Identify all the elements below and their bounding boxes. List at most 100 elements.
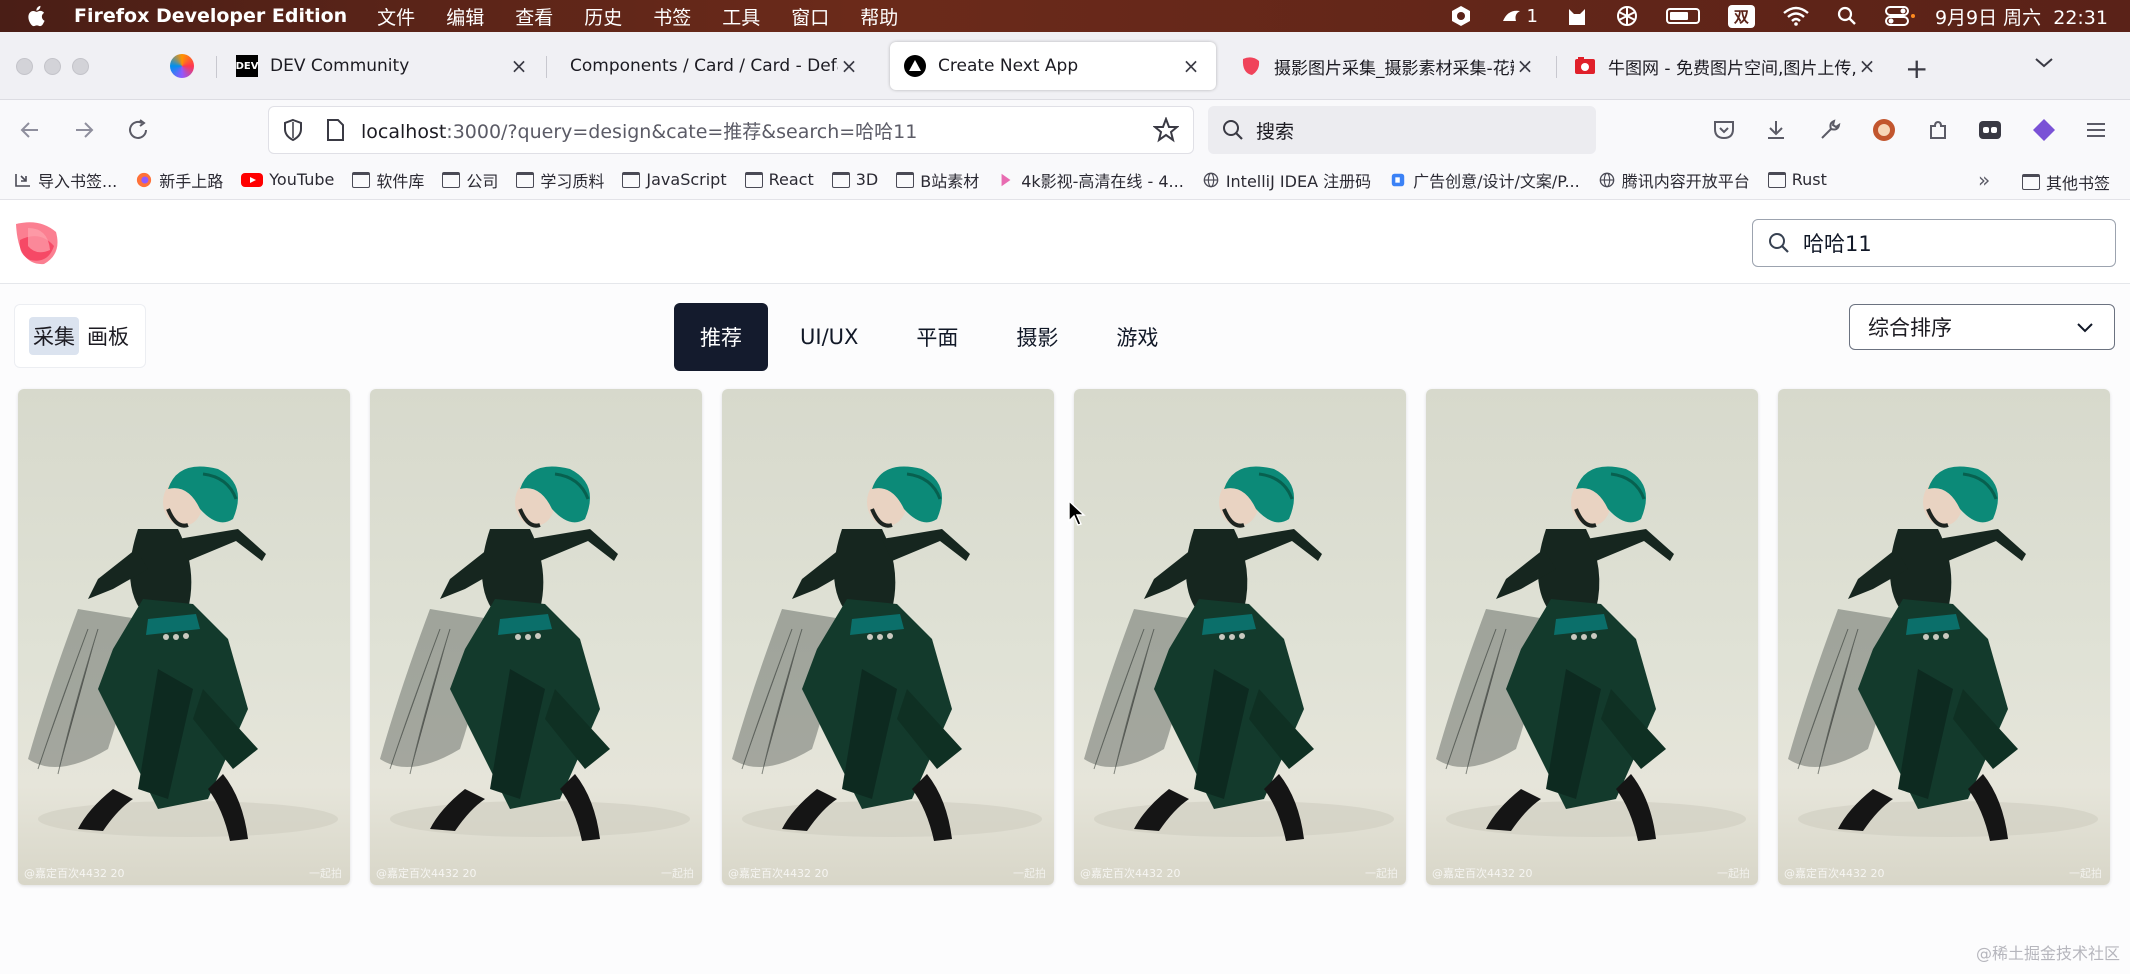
tab-title: 牛图网 - 免费图片空间,图片上传, <box>1608 58 1856 79</box>
menu-window[interactable]: 窗口 <box>791 3 829 30</box>
huaban-favicon-icon <box>1240 55 1262 77</box>
apple-icon[interactable] <box>24 3 50 29</box>
site-search-box[interactable] <box>1752 219 2116 267</box>
category-tab-graphic[interactable]: 平面 <box>890 303 984 371</box>
tab-niutu[interactable]: 牛图网 - 免费图片空间,图片上传, × <box>1560 42 1892 90</box>
wifi-icon[interactable] <box>1783 6 1809 26</box>
bookmark-folder-bilibili[interactable]: B站素材 <box>896 168 979 192</box>
reader-extension-icon[interactable] <box>1974 114 2006 146</box>
notification-badge[interactable]: 1 <box>1500 5 1538 27</box>
cat-icon[interactable] <box>1566 5 1588 27</box>
tab-title: DEV Community <box>270 56 410 76</box>
site-search-input[interactable] <box>1803 231 2103 255</box>
bookmark-youtube[interactable]: YouTube <box>241 170 334 189</box>
clock[interactable]: 9月9日 周六 22:31 <box>1935 3 2108 30</box>
pocket-icon[interactable] <box>1708 114 1740 146</box>
control-center-icon[interactable] <box>1884 5 1915 27</box>
spotlight-search-icon[interactable] <box>1837 6 1857 26</box>
menu-help[interactable]: 帮助 <box>860 3 898 30</box>
diamond-extension-icon[interactable] <box>2028 114 2060 146</box>
macos-menubar: Firefox Developer Edition 文件 编辑 查看 历史 书签… <box>0 0 2130 32</box>
menu-file[interactable]: 文件 <box>377 3 415 30</box>
chevron-down-icon[interactable] <box>2032 50 2056 74</box>
hexagon-icon[interactable] <box>1450 5 1472 27</box>
bookmark-getting-started[interactable]: 新手上路 <box>135 168 223 192</box>
image-card[interactable]: @嘉定百次4432 20 一起拍 <box>1426 389 1758 885</box>
bookmark-import[interactable]: 导入书签... <box>14 168 117 192</box>
image-card[interactable]: @嘉定百次4432 20 一起拍 <box>370 389 702 885</box>
battery-icon[interactable] <box>1665 8 1700 24</box>
page-content: 采集 画板 推荐 UI/UX 平面 摄影 游戏 综合排序 @嘉定百次4432 2… <box>0 200 2130 974</box>
bookmark-intellij[interactable]: IntelliJ IDEA 注册码 <box>1202 168 1371 192</box>
puzzle-extensions-icon[interactable] <box>1922 114 1954 146</box>
firefox-logo-icon <box>170 54 194 78</box>
tab-close-icon[interactable]: × <box>1514 54 1536 78</box>
tab-close-icon[interactable]: × <box>508 54 530 78</box>
card-watermark-left: @嘉定百次4432 20 <box>1080 867 1181 880</box>
window-minimize-button[interactable] <box>44 58 61 75</box>
download-icon[interactable] <box>1760 114 1792 146</box>
category-tab-photography[interactable]: 摄影 <box>990 303 1084 371</box>
image-card[interactable]: @嘉定百次4432 20 一起拍 <box>1074 389 1406 885</box>
image-card[interactable]: @嘉定百次4432 20 一起拍 <box>722 389 1054 885</box>
sort-select[interactable]: 综合排序 <box>1849 304 2115 350</box>
tab-close-icon[interactable]: × <box>1180 54 1202 78</box>
window-zoom-button[interactable] <box>72 58 89 75</box>
bookmark-folder-javascript[interactable]: JavaScript <box>622 170 727 189</box>
bookmark-folder-software[interactable]: 软件库 <box>352 168 424 192</box>
bookmark-label: B站素材 <box>920 171 980 191</box>
segment-boards[interactable]: 画板 <box>83 317 133 355</box>
menu-bookmarks[interactable]: 书签 <box>653 3 691 30</box>
url-bar[interactable]: localhost:3000/?query=design&cate=推荐&sea… <box>268 106 1194 154</box>
url-path: :3000/?query=design&cate=推荐&search=哈哈11 <box>446 120 918 143</box>
tab-create-next-app[interactable]: Create Next App × <box>890 42 1216 90</box>
bookmarks-overflow-chevron-icon[interactable]: » <box>1978 168 1990 192</box>
tab-close-icon[interactable]: × <box>838 54 860 78</box>
tab-separator <box>1556 56 1557 78</box>
tab-storybook-card[interactable]: Components / Card / Card - Default × <box>556 42 874 90</box>
tab-dev-community[interactable]: DEV DEV Community × <box>222 42 544 90</box>
brand-logo-icon[interactable] <box>14 220 62 268</box>
menu-view[interactable]: 查看 <box>515 3 553 30</box>
star-bookmark-icon[interactable] <box>1153 117 1179 143</box>
card-watermark-left: @嘉定百次4432 20 <box>24 867 125 880</box>
input-method-icon[interactable]: 双 <box>1727 4 1755 28</box>
folder-icon <box>516 171 535 188</box>
ad-icon <box>1391 173 1405 186</box>
bookmark-label: 学习质料 <box>540 171 605 191</box>
gear-icon[interactable] <box>1616 5 1638 27</box>
bookmark-folder-company[interactable]: 公司 <box>442 168 498 192</box>
app-name[interactable]: Firefox Developer Edition <box>74 5 347 27</box>
extension-avatar-icon[interactable] <box>1868 114 1900 146</box>
window-close-button[interactable] <box>16 58 33 75</box>
category-tab-recommended[interactable]: 推荐 <box>674 303 768 371</box>
segment-collect[interactable]: 采集 <box>29 317 79 355</box>
bookmark-folder-learning[interactable]: 学习质料 <box>516 168 604 192</box>
hamburger-menu-icon[interactable] <box>2080 114 2112 146</box>
menu-edit[interactable]: 编辑 <box>446 3 484 30</box>
tab-huaban[interactable]: 摄影图片采集_摄影素材采集-花瓣 × <box>1226 42 1550 90</box>
menu-history[interactable]: 历史 <box>584 3 622 30</box>
bookmark-4k-movies[interactable]: 4k影视-高清在线 - 4... <box>997 168 1184 192</box>
shield-icon[interactable] <box>281 118 305 142</box>
bookmark-ad-creative[interactable]: 广告创意/设计/文案/P... <box>1389 168 1580 192</box>
bookmark-other-folder[interactable]: 其他书签 <box>2022 170 2110 194</box>
bookmark-tencent[interactable]: 腾讯内容开放平台 <box>1598 168 1750 192</box>
bookmark-folder-3d[interactable]: 3D <box>831 170 878 189</box>
back-button[interactable] <box>14 114 46 146</box>
category-tab-uiux[interactable]: UI/UX <box>774 303 884 371</box>
forward-button[interactable] <box>68 114 100 146</box>
menu-tools[interactable]: 工具 <box>722 3 760 30</box>
image-card[interactable]: @嘉定百次4432 20 一起拍 <box>18 389 350 885</box>
browser-search-bar[interactable]: 搜索 <box>1208 106 1596 154</box>
reload-button[interactable] <box>122 114 154 146</box>
wrench-icon[interactable] <box>1814 114 1846 146</box>
image-card[interactable]: @嘉定百次4432 20 一起拍 <box>1778 389 2110 885</box>
new-tab-button[interactable]: + <box>1905 52 1928 85</box>
folder-icon <box>896 171 915 188</box>
bookmark-folder-rust[interactable]: Rust <box>1767 170 1827 189</box>
tab-close-icon[interactable]: × <box>1856 54 1878 78</box>
bookmark-folder-react[interactable]: React <box>744 170 814 189</box>
category-tab-games[interactable]: 游戏 <box>1090 303 1184 371</box>
page-icon[interactable] <box>325 118 345 142</box>
